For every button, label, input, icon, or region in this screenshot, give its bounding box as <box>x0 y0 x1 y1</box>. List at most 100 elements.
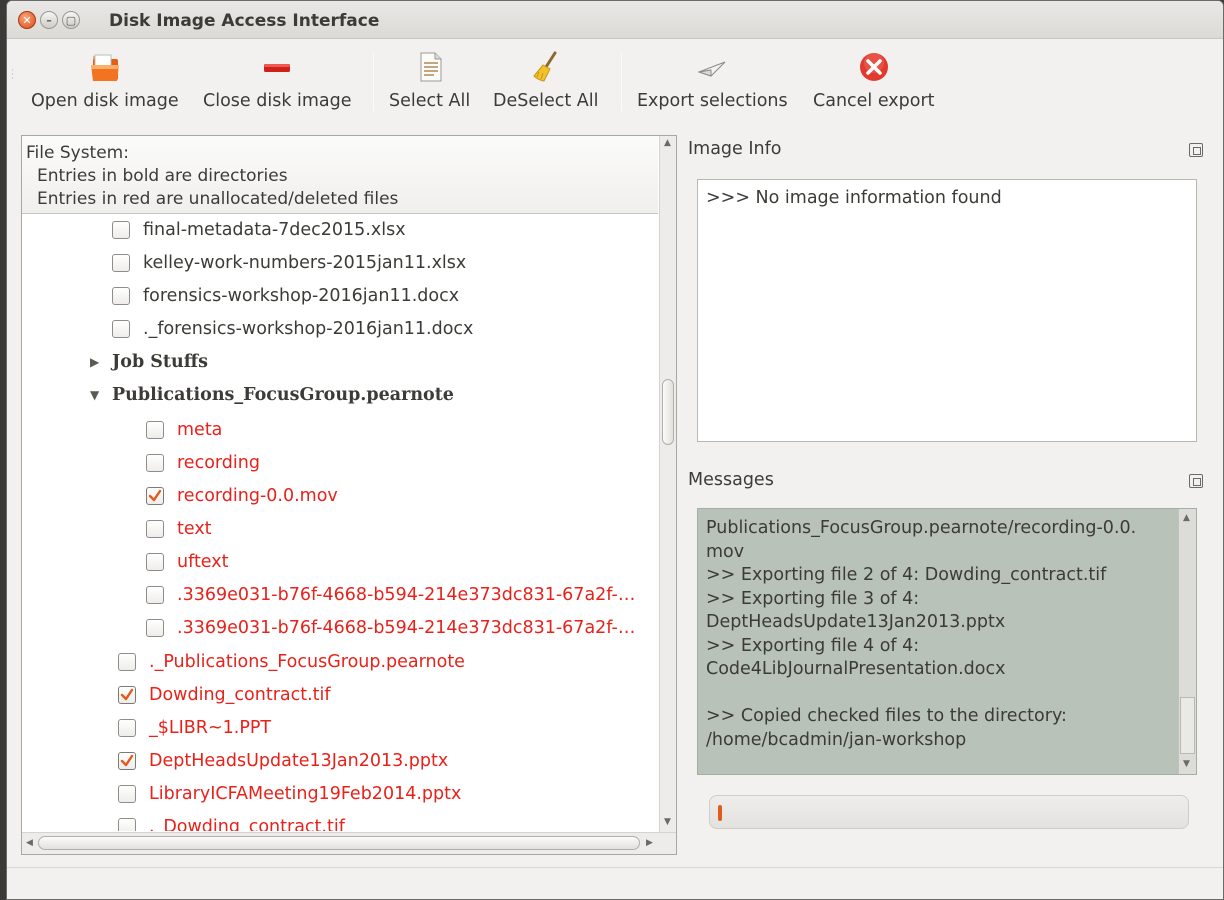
file-checkbox[interactable] <box>146 520 164 538</box>
file-checkbox[interactable] <box>112 221 130 239</box>
tree-row[interactable]: recording-0.0.mov <box>146 481 338 511</box>
title-bar: ✕ – ▢ Disk Image Access Interface <box>7 1 1223 39</box>
open-disk-image-label: Open disk image <box>31 91 179 111</box>
message-line: >> Exporting file 2 of 4: Dowding_contra… <box>706 565 1107 585</box>
open-folder-icon <box>88 49 122 85</box>
messages-text-area[interactable]: Publications_FocusGroup.pearnote/recordi… <box>697 508 1197 775</box>
tree-row[interactable]: forensics-workshop-2016jan11.docx <box>112 281 459 311</box>
messages-scroll-thumb[interactable] <box>1180 697 1195 754</box>
tree-horizontal-scroll-thumb[interactable] <box>38 836 640 850</box>
file-checkbox[interactable] <box>146 619 164 637</box>
message-line-blank <box>706 682 1176 706</box>
tree-row[interactable]: Dowding_contract.tif <box>118 680 331 710</box>
expander-collapsed-icon[interactable]: ▶ <box>90 355 102 369</box>
window-close-button[interactable]: ✕ <box>18 11 36 29</box>
file-tree: final-metadata-7dec2015.xlsx kelley-work… <box>22 215 658 831</box>
export-selections-button[interactable]: Export selections <box>637 49 788 119</box>
checkmark-icon <box>148 489 162 502</box>
file-system-column-header[interactable]: File System: Entries in bold are directo… <box>22 136 658 214</box>
tree-row[interactable]: meta <box>146 415 222 445</box>
window-maximize-button[interactable]: ▢ <box>62 11 80 29</box>
tree-row[interactable]: _$LIBR~1.PPT <box>118 713 271 743</box>
messages-detach-icon[interactable] <box>1189 474 1203 488</box>
file-checkbox[interactable] <box>112 287 130 305</box>
export-progress-bar <box>709 795 1189 829</box>
scroll-left-arrow-icon[interactable]: ◀ <box>26 838 33 848</box>
select-all-label: Select All <box>389 91 471 111</box>
tree-row[interactable]: .3369e031-b76f-4668-b594-214e373dc831-67… <box>146 580 635 610</box>
tree-row[interactable]: ._Publications_FocusGroup.pearnote <box>118 647 465 677</box>
message-line: >> Exporting file 4 of 4: <box>706 635 920 656</box>
file-checkbox[interactable] <box>118 785 136 803</box>
document-icon <box>413 49 447 85</box>
file-checkbox[interactable] <box>146 586 164 604</box>
tree-row[interactable]: .3369e031-b76f-4668-b594-214e373dc831-67… <box>146 613 635 643</box>
message-line: DeptHeadsUpdate13Jan2013.pptx <box>706 612 1006 632</box>
file-checkbox-checked[interactable] <box>146 487 164 505</box>
toolbar: · · · Open disk image Close disk image S… <box>7 39 1223 121</box>
image-info-text-area[interactable]: >>> No image information found <box>697 179 1197 442</box>
file-checkbox[interactable] <box>118 653 136 671</box>
file-name: recording <box>177 453 260 473</box>
cancel-export-label: Cancel export <box>813 91 935 111</box>
file-checkbox-checked[interactable] <box>118 686 136 704</box>
toolbar-grip[interactable]: · · · <box>11 67 14 84</box>
tree-row[interactable]: final-metadata-7dec2015.xlsx <box>112 215 406 245</box>
tree-row[interactable]: recording <box>146 448 260 478</box>
file-checkbox-checked[interactable] <box>118 752 136 770</box>
tree-row[interactable]: ._Dowding_contract.tif <box>118 812 345 831</box>
tree-row[interactable]: DeptHeadsUpdate13Jan2013.pptx <box>118 746 448 776</box>
open-disk-image-button[interactable]: Open disk image <box>31 49 179 119</box>
select-all-button[interactable]: Select All <box>389 49 470 119</box>
scroll-right-arrow-icon[interactable]: ▶ <box>646 838 653 848</box>
image-info-label: Image Info <box>688 139 782 159</box>
app-window: ✕ – ▢ Disk Image Access Interface · · · Op… <box>6 0 1224 900</box>
file-checkbox[interactable] <box>118 818 136 831</box>
cancel-export-button[interactable]: Cancel export <box>813 49 935 119</box>
scroll-up-arrow-icon[interactable]: ▲ <box>664 138 671 148</box>
scroll-down-arrow-icon[interactable]: ▼ <box>1183 759 1190 769</box>
messages-label: Messages <box>688 470 774 490</box>
directory-name: Publications_FocusGroup.pearnote <box>112 385 454 405</box>
deselect-all-button[interactable]: DeSelect All <box>493 49 599 119</box>
message-line: Publications_FocusGroup.pearnote/recordi… <box>706 518 1137 538</box>
tree-row-directory[interactable]: ▶ Job Stuffs <box>90 347 208 377</box>
expander-expanded-icon[interactable]: ▼ <box>90 388 102 402</box>
file-name: kelley-work-numbers-2015jan11.xlsx <box>143 253 467 273</box>
image-info-detach-icon[interactable] <box>1189 143 1203 157</box>
window-minimize-button[interactable]: – <box>40 11 58 29</box>
file-checkbox[interactable] <box>112 254 130 272</box>
message-line: /home/bcadmin/jan-workshop <box>706 729 967 750</box>
close-disk-image-label: Close disk image <box>203 91 352 111</box>
export-selections-label: Export selections <box>637 91 788 111</box>
tree-row[interactable]: LibraryICFAMeeting19Feb2014.pptx <box>118 779 461 809</box>
file-name: LibraryICFAMeeting19Feb2014.pptx <box>149 784 462 804</box>
file-name: Dowding_contract.tif <box>149 685 331 705</box>
file-checkbox[interactable] <box>146 553 164 571</box>
file-checkbox[interactable] <box>112 320 130 338</box>
file-checkbox[interactable] <box>146 454 164 472</box>
file-name: ._Dowding_contract.tif <box>149 817 345 831</box>
send-icon <box>695 49 729 85</box>
close-disk-image-button[interactable]: Close disk image <box>203 49 352 119</box>
tree-row[interactable]: text <box>146 514 212 544</box>
tree-row[interactable]: kelley-work-numbers-2015jan11.xlsx <box>112 248 466 278</box>
tree-row-directory[interactable]: ▼ Publications_FocusGroup.pearnote <box>90 380 454 410</box>
window-title: Disk Image Access Interface <box>109 11 380 31</box>
tree-vertical-scroll-thumb[interactable] <box>662 379 674 445</box>
file-name: text <box>177 519 212 539</box>
file-checkbox[interactable] <box>146 421 164 439</box>
file-name: forensics-workshop-2016jan11.docx <box>143 286 460 306</box>
tree-row[interactable]: uftext <box>146 547 228 577</box>
tree-vertical-scrollbar[interactable]: ▲ ▼ <box>659 136 676 832</box>
image-info-text: >>> No image information found <box>706 188 1002 208</box>
scroll-up-arrow-icon[interactable]: ▲ <box>1183 513 1190 523</box>
message-line: mov <box>706 541 745 562</box>
file-system-header-bold-note: Entries in bold are directories <box>37 166 288 186</box>
messages-scrollbar[interactable]: ▲ ▼ <box>1178 509 1196 774</box>
file-system-header-red-note: Entries in red are unallocated/deleted f… <box>37 189 399 209</box>
scroll-down-arrow-icon[interactable]: ▼ <box>664 817 671 827</box>
file-checkbox[interactable] <box>118 719 136 737</box>
tree-horizontal-scrollbar[interactable]: ◀ ▶ <box>22 832 676 854</box>
tree-row[interactable]: ._forensics-workshop-2016jan11.docx <box>112 314 473 344</box>
